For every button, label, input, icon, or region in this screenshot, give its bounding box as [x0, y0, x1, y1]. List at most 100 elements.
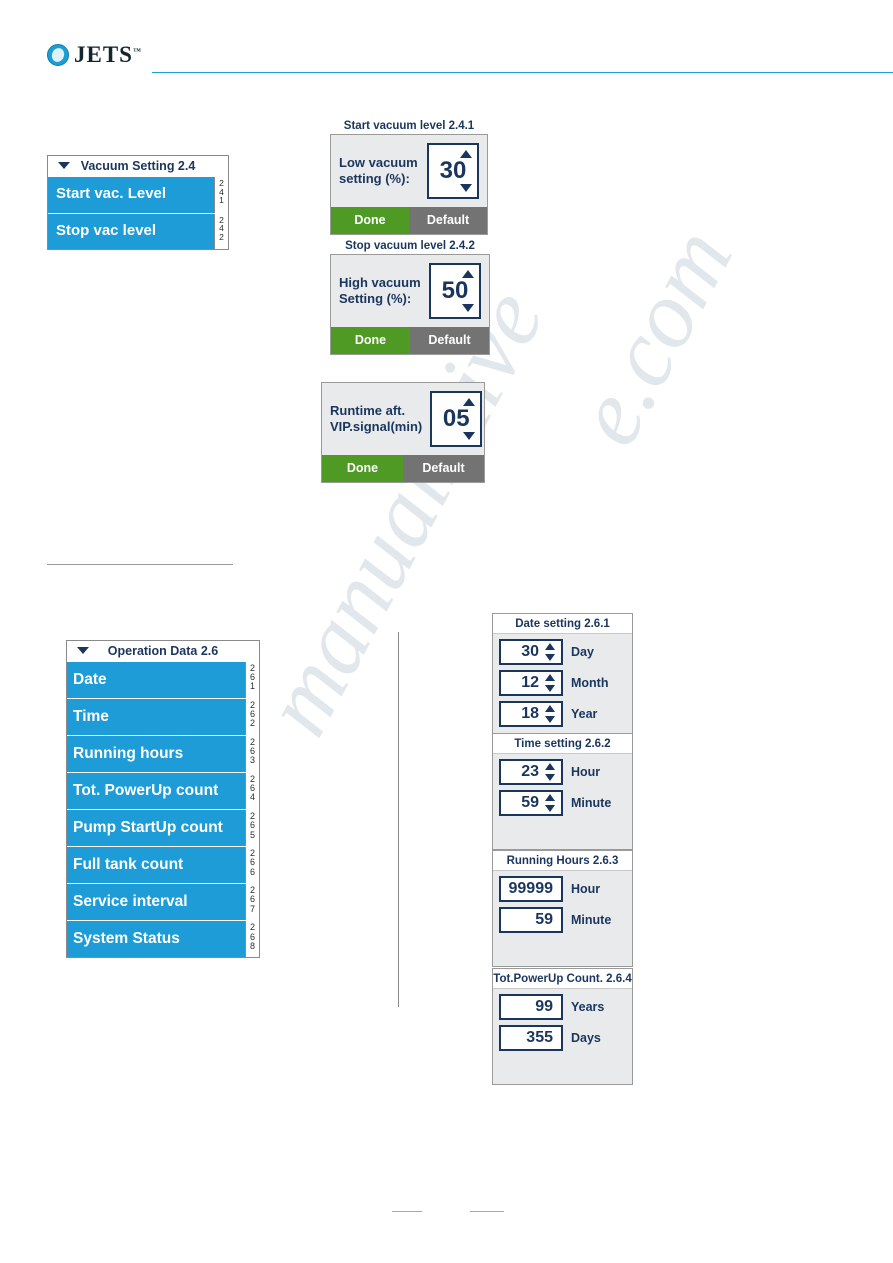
dialog-box: Time setting 2.6.2 23 Hour 59 Minute — [492, 733, 633, 850]
quantity-stepper[interactable]: 30 — [427, 143, 479, 199]
sidebar-item-stop-vac-level[interactable]: Stop vac level 2 4 2 — [48, 212, 228, 249]
code-digit: 4 — [249, 792, 255, 803]
menu-item-label: Time — [73, 708, 109, 726]
stepper-arrows-icon[interactable] — [545, 792, 557, 814]
quantity-stepper[interactable]: 50 — [429, 263, 481, 319]
sidebar-item-start-vac-level[interactable]: Start vac. Level 2 4 1 — [48, 176, 228, 213]
triangle-up-icon[interactable] — [545, 705, 555, 712]
section-divider — [47, 564, 233, 565]
triangle-up-icon[interactable] — [545, 643, 555, 650]
stepper-value: 30 — [521, 643, 539, 660]
dialog-fields: 23 Hour 59 Minute — [493, 754, 632, 849]
triangle-up-icon[interactable] — [545, 763, 555, 770]
triangle-down-icon[interactable] — [460, 184, 472, 192]
done-button[interactable]: Done — [322, 455, 403, 482]
triangle-down-icon[interactable] — [463, 432, 476, 440]
menu-item-label: Date — [73, 671, 107, 688]
default-button[interactable]: Default — [403, 455, 484, 482]
stepper-arrows-icon[interactable] — [545, 703, 557, 725]
triangle-up-icon[interactable] — [462, 270, 474, 278]
watermark-line-1: e.com — [551, 210, 753, 462]
triangle-down-icon[interactable] — [545, 654, 555, 661]
year-stepper[interactable]: 18 — [499, 701, 563, 727]
sidebar-item-system-status[interactable]: System Status 2 6 8 — [67, 920, 259, 958]
brand-name: JETS™ — [74, 42, 142, 68]
triangle-down-icon[interactable] — [545, 716, 555, 723]
sidebar-item-service-interval[interactable]: Service interval 2 6 7 — [67, 883, 259, 921]
quantity-stepper[interactable]: 05 — [430, 391, 483, 447]
menu-title-text: Vacuum Setting 2.4 — [80, 159, 196, 173]
sidebar-item-running-hours[interactable]: Running hours 2 6 3 — [67, 735, 259, 773]
dialog-caption: Time setting 2.6.2 — [493, 734, 632, 754]
triangle-up-icon[interactable] — [545, 674, 555, 681]
menu-item-label: Full tank count — [73, 856, 184, 874]
default-button[interactable]: Default — [409, 207, 487, 234]
done-button[interactable]: Done — [331, 327, 410, 354]
footer-rule-right — [470, 1211, 504, 1212]
menu-item-label: Start vac. Level — [56, 185, 167, 202]
unit-label: Hour — [571, 882, 601, 896]
menu-item-code: 2 6 4 — [245, 773, 259, 810]
menu-item-code: 2 6 6 — [245, 847, 259, 884]
sidebar-item-time[interactable]: Time 2 6 2 — [67, 698, 259, 736]
stop-vacuum-level-dialog: Stop vacuum level 2.4.2 High vacuum Sett… — [330, 240, 490, 355]
hour-stepper[interactable]: 23 — [499, 759, 563, 785]
triangle-down-icon[interactable] — [545, 805, 555, 812]
sidebar-item-tot-powerup-count[interactable]: Tot. PowerUp count 2 6 4 — [67, 772, 259, 810]
stepper-arrows-icon[interactable] — [545, 672, 557, 694]
dialog-box: Running Hours 2.6.3 99999 Hour 59 Minute — [492, 850, 633, 967]
dialog-fields: 99 Years 355 Days — [493, 989, 632, 1084]
footer-rule-left — [392, 1211, 422, 1212]
triangle-down-icon[interactable] — [545, 685, 555, 692]
date-setting-dialog: Date setting 2.6.1 30 Day 12 Month 18 Ye… — [492, 613, 633, 739]
code-digit: 8 — [249, 940, 255, 951]
menu-item-code: 2 6 7 — [245, 884, 259, 921]
month-stepper[interactable]: 12 — [499, 670, 563, 696]
menu-item-label: Tot. PowerUp count — [73, 782, 219, 800]
triangle-down-icon[interactable] — [462, 304, 474, 312]
dialog-body: Runtime aft. VIP.signal(min) 05 Done Def… — [321, 382, 485, 483]
field-row-minute: 59 Minute — [499, 790, 626, 816]
dialog-content: Runtime aft. VIP.signal(min) 05 — [330, 391, 483, 455]
unit-label: Year — [571, 707, 598, 721]
day-stepper[interactable]: 30 — [499, 639, 563, 665]
readout-value: 99 — [535, 998, 553, 1015]
stepper-arrows-icon[interactable] — [545, 761, 557, 783]
triangle-down-icon[interactable] — [545, 774, 555, 781]
sidebar-item-date[interactable]: Date 2 6 1 — [67, 661, 259, 699]
menu-item-code: 2 6 8 — [245, 921, 259, 958]
dialog-fields: 30 Day 12 Month 18 Year — [493, 634, 632, 738]
triangle-down-icon[interactable] — [58, 162, 70, 169]
dialog-caption: Start vacuum level 2.4.1 — [343, 120, 475, 132]
sidebar-item-full-tank-count[interactable]: Full tank count 2 6 6 — [67, 846, 259, 884]
years-readout: 99 — [499, 994, 563, 1020]
triangle-up-icon[interactable] — [460, 150, 472, 158]
dialog-spacer — [499, 821, 626, 843]
code-digit: 7 — [249, 903, 255, 914]
hour-readout: 99999 — [499, 876, 563, 902]
stepper-value: 59 — [521, 794, 539, 811]
dialog-body: Low vacuum setting (%): 30 Done Default — [330, 134, 488, 235]
page-header: JETS™ — [47, 42, 893, 78]
stepper-arrows-icon[interactable] — [545, 641, 557, 663]
menu-frame: Vacuum Setting 2.4 Start vac. Level 2 4 … — [47, 155, 229, 250]
code-digit: 2 — [249, 718, 255, 729]
triangle-down-icon[interactable] — [77, 647, 89, 654]
default-button[interactable]: Default — [410, 327, 489, 354]
code-digit: 3 — [249, 755, 255, 766]
sidebar-item-pump-startup-count[interactable]: Pump StartUp count 2 6 5 — [67, 809, 259, 847]
triangle-up-icon[interactable] — [463, 398, 476, 406]
minute-stepper[interactable]: 59 — [499, 790, 563, 816]
dialog-buttons: Done Default — [331, 207, 487, 234]
start-vacuum-level-dialog: Start vacuum level 2.4.1 Low vacuum sett… — [330, 120, 488, 235]
done-button[interactable]: Done — [331, 207, 409, 234]
trademark-symbol: ™ — [132, 46, 142, 56]
menu-item-label: Running hours — [73, 745, 184, 763]
triangle-up-icon[interactable] — [545, 794, 555, 801]
brand-name-text: JETS — [74, 42, 133, 67]
dialog-caption: Tot.PowerUp Count. 2.6.4 — [493, 969, 632, 989]
field-row-hour: 23 Hour — [499, 759, 626, 785]
menu-item-code: 2 6 1 — [245, 662, 259, 699]
code-digit: 1 — [249, 681, 255, 692]
field-row-hour: 99999 Hour — [499, 876, 626, 902]
